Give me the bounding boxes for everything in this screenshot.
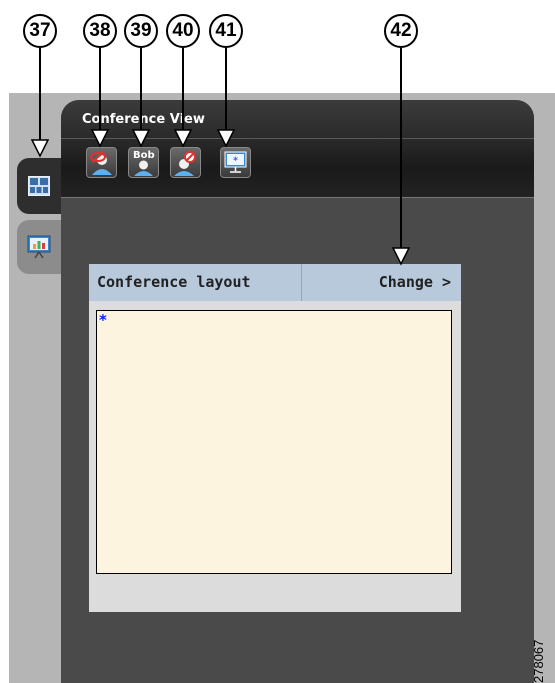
figure-id: 278067 [531,639,546,683]
callout-leaders [30,48,411,266]
